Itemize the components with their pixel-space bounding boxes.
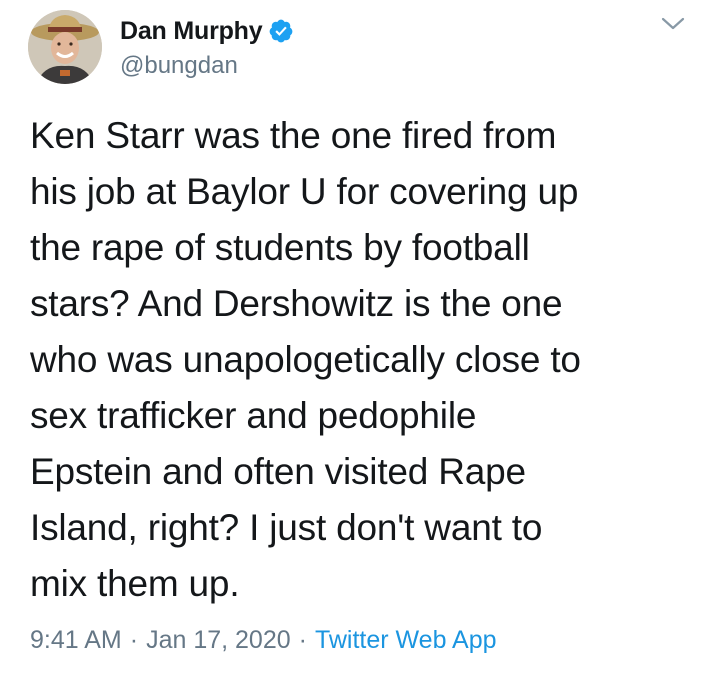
display-name[interactable]: Dan Murphy xyxy=(120,17,263,46)
tweet-date[interactable]: Jan 17, 2020 xyxy=(146,626,291,655)
separator-dot: · xyxy=(298,626,307,654)
avatar[interactable] xyxy=(28,10,102,84)
author-name-row: Dan Murphy xyxy=(120,16,294,46)
verified-badge-icon xyxy=(268,18,294,44)
user-handle[interactable]: @bungdan xyxy=(120,52,238,80)
chevron-down-icon[interactable] xyxy=(660,14,686,34)
separator-dot: · xyxy=(129,626,139,654)
tweet-card: Dan Murphy @bungdan Ken Starr was the on… xyxy=(0,0,720,676)
tweet-text: Ken Starr was the one fired from his job… xyxy=(30,115,581,604)
tweet-time[interactable]: 9:41 AM xyxy=(30,626,122,655)
tweet-metadata: 9:41 AM · Jan 17, 2020 · Twitter Web App xyxy=(30,626,497,655)
tweet-source-link[interactable]: Twitter Web App xyxy=(315,626,497,655)
